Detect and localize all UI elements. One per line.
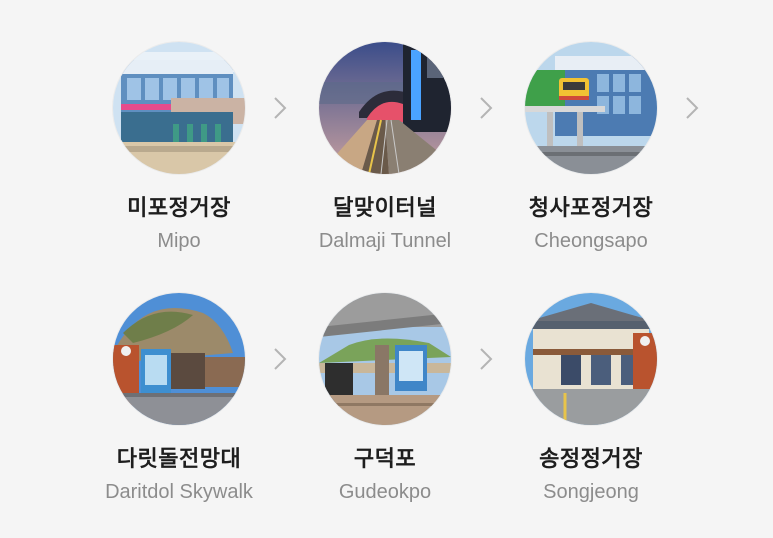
stop-name-ko: 달맞이터널	[333, 196, 437, 221]
stop-dalmaji-tunnel[interactable]: 달맞이터널 Dalmaji Tunnel	[285, 42, 485, 253]
stop-cheongsapo[interactable]: 청사포정거장 Cheongsapo	[491, 42, 691, 253]
stop-songjeong[interactable]: 송정정거장 Songjeong	[491, 293, 691, 504]
stop-photo-dalmaji-tunnel	[319, 42, 451, 174]
stop-gudeokpo[interactable]: 구덕포 Gudeokpo	[285, 293, 485, 504]
stop-name-ko: 미포정거장	[127, 196, 231, 221]
chevron-right-icon	[684, 96, 700, 120]
stop-name-en: Gudeokpo	[338, 481, 432, 503]
stop-name-en: Cheongsapo	[534, 230, 648, 252]
stop-photo-gudeokpo	[319, 293, 451, 425]
stop-name-en: Daritdol Skywalk	[105, 481, 253, 503]
stop-name-ko: 구덕포	[353, 447, 417, 472]
stop-photo-cheongsapo	[525, 42, 657, 174]
stop-name-en: Mipo	[157, 230, 201, 252]
stop-daritdol-skywalk[interactable]: 다릿돌전망대 Daritdol Skywalk	[79, 293, 279, 504]
stop-name-ko: 송정정거장	[539, 447, 643, 472]
stop-photo-mipo	[113, 42, 245, 174]
stop-photo-daritdol-skywalk	[113, 293, 245, 425]
stop-photo-songjeong	[525, 293, 657, 425]
stop-name-ko: 다릿돌전망대	[116, 447, 242, 472]
stop-name-en: Songjeong	[543, 481, 639, 503]
stop-name-en: Dalmaji Tunnel	[318, 230, 452, 252]
stop-name-ko: 청사포정거장	[528, 196, 654, 221]
stop-mipo[interactable]: 미포정거장 Mipo	[79, 42, 279, 253]
